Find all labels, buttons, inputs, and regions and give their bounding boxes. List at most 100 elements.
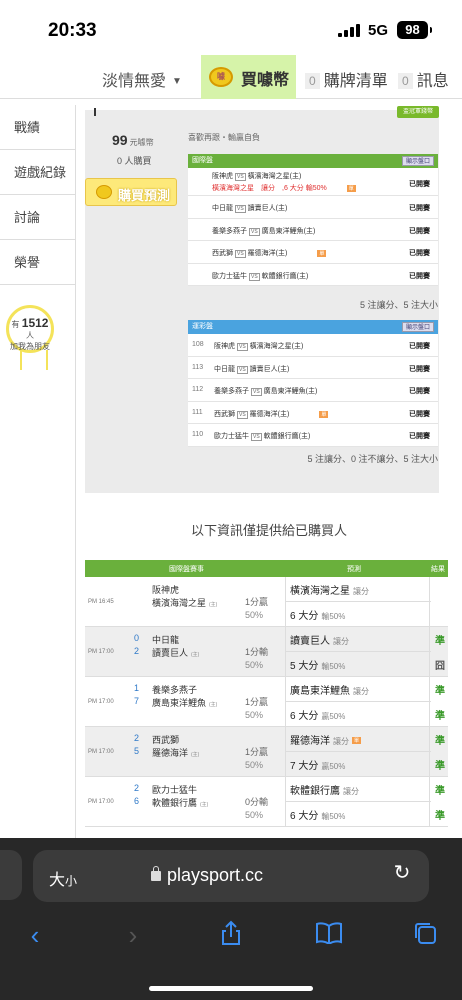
away-team: 中日龍 [152, 635, 180, 645]
home-team: 廣島東洋鯉魚(主) [263, 388, 318, 395]
clock: 20:33 [48, 20, 97, 41]
away-score: 0 [134, 633, 140, 643]
price: 99 元噱幣 [112, 132, 154, 148]
home-team: 廣島東洋鯉魚(主) [261, 227, 316, 235]
pick-total: 6 大分 [290, 611, 319, 622]
line-result: 1分輸 [245, 647, 269, 657]
reload-icon[interactable]: ↻ [391, 862, 413, 884]
single-tag: 單 [319, 410, 329, 418]
tabs-icon[interactable] [410, 920, 440, 950]
away-team: 養樂多燕子 [214, 388, 249, 395]
pick-type: 讓分 [343, 787, 359, 796]
pick-type: 讓分 [353, 687, 369, 696]
sidebar-item-game-log[interactable]: 遊戲紀錄 [0, 150, 75, 195]
lottery-row: 112 養樂多燕子 VS 廣島東洋鯉魚(主) 已開賽 [188, 379, 438, 402]
lottery-row: 113 中日龍 VS 讀賣巨人(主) 已開賽 [188, 356, 438, 379]
game-status: 已開賽 [409, 205, 430, 212]
home-team: 軟體銀行鷹 [152, 798, 198, 808]
buy-coin-button[interactable]: 噱 買噱幣 [201, 55, 296, 99]
home-mark: (主) [200, 802, 209, 808]
intl-summary: 5 注讓分、5 注大小 [359, 300, 438, 310]
champion-badge: 盃冠軍錢幣 [397, 106, 439, 118]
away-team: 養樂多燕子 [152, 685, 198, 695]
back-icon[interactable]: ‹ [20, 920, 50, 950]
pick-total: 6 大分 [290, 711, 319, 722]
home-mark: (主) [191, 652, 200, 658]
share-icon[interactable] [216, 920, 246, 950]
divider [286, 601, 431, 602]
result-mark: 準 [435, 811, 445, 822]
buyer-only-info: 以下資訊僅提供給已購買人 [190, 523, 347, 538]
messages-count: 0 [398, 73, 413, 89]
line-percent: 50% [245, 760, 264, 770]
predict-cell: 軟體銀行鷹 讓分 6 大分 輸50% [285, 777, 431, 827]
game-number: 113 [192, 363, 204, 371]
lottery-title: 運彩盤 [192, 323, 213, 330]
sidebar-item-honor[interactable]: 榮譽 [0, 240, 75, 285]
fans-bulb[interactable]: 有 1512 人 加我為朋友 [6, 305, 54, 353]
pick-total-result: 輸50% [321, 662, 346, 671]
home-team: 讀賣巨人(主) [247, 205, 288, 212]
single-tag: 單 [346, 185, 356, 192]
header-predict: 預測 [347, 566, 361, 573]
away-team: 阪神虎 [214, 343, 235, 350]
address-bar[interactable]: 大小 playsport.cc ↻ [33, 850, 429, 902]
buy-prediction-button[interactable]: 購買預測 [85, 178, 177, 206]
pick-type: 讓分 [353, 587, 369, 596]
browser-toolbar: 大小 playsport.cc ↻ ‹ › [0, 838, 462, 1000]
text-size-button[interactable]: 大小 [49, 866, 77, 890]
game-time: PM 17:00 [88, 799, 114, 805]
pick-type: 讓分 [333, 637, 349, 646]
vs-icon: VS [237, 365, 248, 374]
pick-text: 橫濱海灣之星 讓分 ,6 大分 輸50% [212, 185, 327, 192]
previous-tab-preview[interactable] [0, 850, 22, 900]
home-team: 軟體銀行鷹(主) [263, 433, 311, 440]
forward-icon[interactable]: › [118, 920, 148, 950]
line-percent: 50% [245, 710, 264, 720]
bookmarks-icon[interactable] [314, 920, 344, 950]
away-score: 1 [134, 683, 140, 693]
disclaimer-note: 喜歡再跟・輸贏自負 [188, 133, 260, 142]
text-size-small: 小 [65, 874, 78, 888]
away-team: 歐力士猛牛 [152, 785, 198, 795]
home-team: 羅德海洋 [152, 748, 189, 758]
line-result: 1分贏 [245, 597, 269, 607]
buy-prediction-label: 購買預測 [118, 188, 171, 203]
user-menu[interactable]: 淡情無愛 ▼ [102, 67, 182, 91]
lottery-row: 108 阪神虎 VS 橫濱海灣之星(主) 已開賽 [188, 334, 438, 357]
line-percent: 50% [245, 610, 264, 620]
game-number: 108 [192, 341, 204, 348]
coin-icon [96, 185, 112, 199]
fans-prefix: 有 [11, 320, 20, 329]
pick-team: 羅德海洋 [290, 736, 330, 747]
intl-row: 中日龍 VS 讀賣巨人(主) 已開賽 [188, 196, 438, 219]
home-indicator [149, 986, 313, 991]
vs-icon: VS [235, 173, 246, 181]
battery-icon: 98 [397, 21, 432, 39]
intl-header: 國際盤 顯示盤口 [188, 154, 438, 168]
pick-total: 6 大分 [290, 811, 319, 822]
show-odds-button[interactable]: 顯示盤口 [401, 322, 434, 332]
lottery-row: 110 歐力士猛牛 VS 軟體銀行鷹(主) 已開賽 [188, 424, 438, 447]
pick-total-result: 輸50% [321, 612, 346, 621]
game-number: 110 [192, 431, 204, 438]
sidebar-item-record[interactable]: 戰績 [0, 105, 75, 150]
buy-list-link[interactable]: 0 購牌清單 [305, 67, 388, 91]
away-team: 西武獅 [212, 250, 233, 257]
signal-icon [338, 23, 362, 37]
home-team: 軟體銀行鷹(主) [261, 272, 309, 280]
pick-team: 軟體銀行鷹 [290, 786, 340, 797]
line-result: 1分贏 [245, 697, 269, 707]
game-number: 112 [192, 386, 204, 393]
result-mark: 準 [435, 761, 445, 772]
messages-link[interactable]: 0 訊息 [398, 67, 449, 91]
home-team: 讀賣巨人 [152, 648, 189, 658]
sidebar-item-discuss[interactable]: 討論 [0, 195, 75, 240]
vs-icon: VS [237, 343, 248, 351]
divider [286, 701, 431, 702]
line-result: 0分輸 [245, 797, 269, 807]
home-mark: (主) [191, 752, 200, 758]
show-odds-button[interactable]: 顯示盤口 [401, 156, 434, 166]
messages-label: 訊息 [416, 73, 449, 90]
bulb-base-icon [20, 350, 48, 370]
